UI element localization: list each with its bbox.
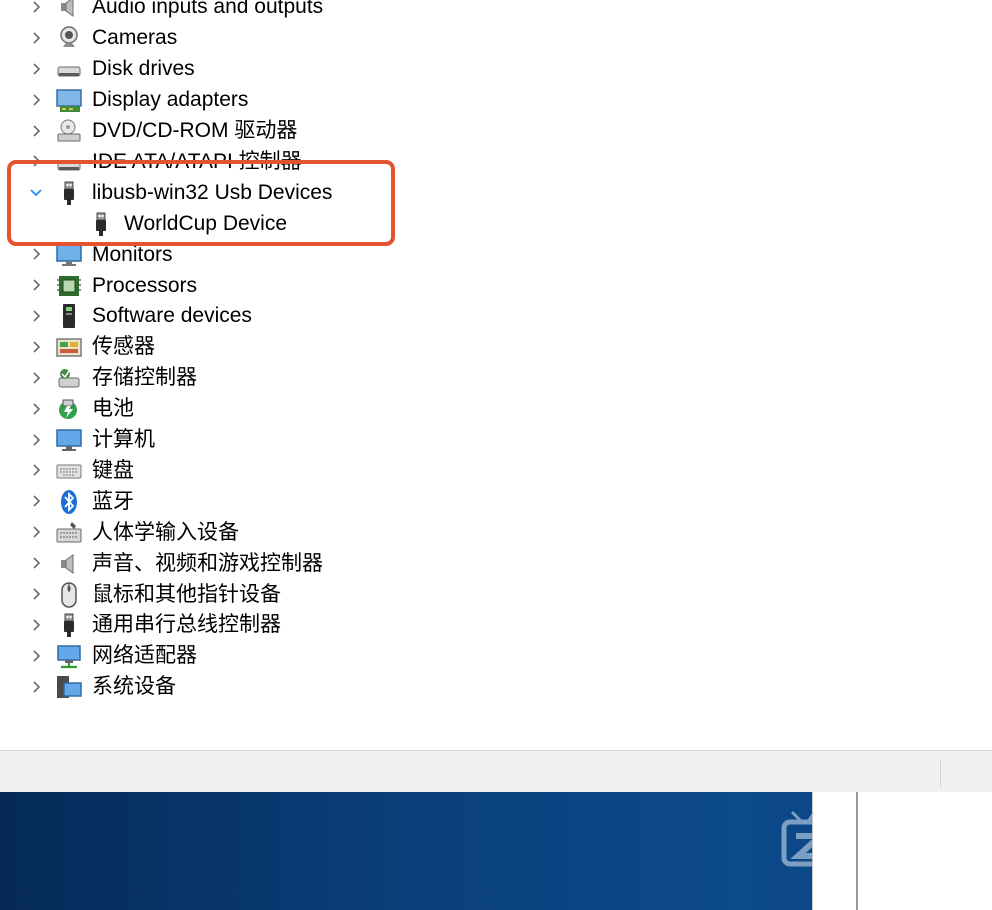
tree-category-item[interactable]: Display adapters <box>0 84 992 115</box>
tree-category-item[interactable]: 声音、视频和游戏控制器 <box>0 548 992 579</box>
chevron-right-icon[interactable] <box>26 362 46 393</box>
tree-category-item[interactable]: 传感器 <box>0 331 992 362</box>
status-bar-divider <box>940 759 941 787</box>
monitor-icon <box>56 242 82 268</box>
chevron-right-icon[interactable] <box>26 486 46 517</box>
chevron-right-icon[interactable] <box>26 640 46 671</box>
tree-item-label: 网络适配器 <box>92 644 197 668</box>
status-bar <box>0 750 992 792</box>
tree-item-label: Display adapters <box>92 88 249 112</box>
tree-item-label: 人体学输入设备 <box>92 520 239 544</box>
tree-item-label: 存储控制器 <box>92 366 197 390</box>
chevron-right-icon[interactable] <box>26 0 46 22</box>
chevron-right-icon[interactable] <box>26 393 46 424</box>
tree-item-label: libusb-win32 Usb Devices <box>92 180 333 204</box>
chevron-right-icon[interactable] <box>26 609 46 640</box>
tree-child-item[interactable]: WorldCup Device <box>0 208 992 239</box>
tree-item-label: DVD/CD-ROM 驱动器 <box>92 119 298 142</box>
tree-item-label: 传感器 <box>92 335 155 359</box>
tree-item-label: 键盘 <box>92 458 134 482</box>
chevron-right-icon[interactable] <box>26 239 46 270</box>
chevron-right-icon[interactable] <box>26 548 46 579</box>
tree-category-item[interactable]: Software devices <box>0 300 992 331</box>
software-device-icon <box>56 303 82 329</box>
usb-plug-icon <box>56 612 82 638</box>
tree-category-item[interactable]: IDE ATA/ATAPI 控制器 <box>0 146 992 177</box>
tree-category-item[interactable]: DVD/CD-ROM 驱动器 <box>0 115 992 146</box>
chevron-right-icon[interactable] <box>26 455 46 486</box>
tree-category-item[interactable]: 鼠标和其他指针设备 <box>0 579 992 610</box>
tree-item-label: 声音、视频和游戏控制器 <box>92 551 323 575</box>
tree-category-item[interactable]: 通用串行总线控制器 <box>0 609 992 640</box>
tree-category-item[interactable]: 存储控制器 <box>0 362 992 393</box>
bluetooth-icon <box>56 489 82 515</box>
tree-category-item[interactable]: 系统设备 <box>0 671 992 702</box>
chevron-right-icon[interactable] <box>26 53 46 84</box>
tree-item-label: Software devices <box>92 304 252 328</box>
tree-item-label: Cameras <box>92 26 178 50</box>
keyboard-icon <box>56 458 82 484</box>
tree-category-item[interactable]: Disk drives <box>0 53 992 84</box>
tree-item-label: 计算机 <box>92 428 155 451</box>
tree-category-item[interactable]: 蓝牙 <box>0 486 992 517</box>
tree-category-item[interactable]: Monitors <box>0 239 992 270</box>
display-adapter-icon <box>56 87 82 113</box>
storage-controller-icon <box>56 365 82 391</box>
tree-item-label: 电池 <box>92 397 134 421</box>
webcam-icon <box>56 25 82 51</box>
chevron-right-icon[interactable] <box>26 22 46 53</box>
tree-category-item[interactable]: libusb-win32 Usb Devices <box>0 177 992 208</box>
device-tree[interactable]: Audio inputs and outputs Cameras Disk driv… <box>0 0 992 750</box>
network-adapter-icon <box>56 643 82 669</box>
usb-plug-icon <box>88 211 114 237</box>
tree-category-item[interactable]: 计算机 <box>0 424 992 455</box>
chevron-right-icon[interactable] <box>26 270 46 301</box>
tree-item-label: Monitors <box>92 242 173 266</box>
tree-item-label: Disk drives <box>92 57 195 81</box>
tree-category-item[interactable]: 键盘 <box>0 455 992 486</box>
chevron-right-icon[interactable] <box>26 84 46 115</box>
tree-item-label: IDE ATA/ATAPI 控制器 <box>92 149 302 173</box>
tree-item-label: 蓝牙 <box>92 489 134 513</box>
computer-icon <box>56 427 82 453</box>
chevron-right-icon[interactable] <box>26 579 46 610</box>
chevron-right-icon[interactable] <box>26 424 46 455</box>
speaker-icon <box>56 0 82 20</box>
tree-item-label: 系统设备 <box>92 675 176 699</box>
background-window-panel <box>856 792 992 910</box>
processor-icon <box>56 273 82 299</box>
chevron-right-icon[interactable] <box>26 671 46 702</box>
chevron-down-icon[interactable] <box>26 177 46 208</box>
tree-category-item[interactable]: Audio inputs and outputs <box>0 0 992 22</box>
tree-category-item[interactable]: 电池 <box>0 393 992 424</box>
tree-item-label: Audio inputs and outputs <box>92 0 324 19</box>
tree-category-item[interactable]: 网络适配器 <box>0 640 992 671</box>
tree-item-label: WorldCup Device <box>124 211 288 235</box>
speaker-icon <box>56 551 82 577</box>
tree-item-label: 通用串行总线控制器 <box>92 613 281 637</box>
ide-controller-icon <box>56 149 82 175</box>
tree-item-label: 鼠标和其他指针设备 <box>92 582 281 606</box>
battery-icon <box>56 396 82 422</box>
usb-plug-icon <box>56 180 82 206</box>
system-device-icon <box>56 674 82 700</box>
disk-drive-icon <box>56 56 82 82</box>
mouse-icon <box>56 581 82 608</box>
tree-category-item[interactable]: Processors <box>0 270 992 301</box>
sensor-icon <box>56 334 82 360</box>
tree-category-item[interactable]: 人体学输入设备 <box>0 517 992 548</box>
chevron-right-icon[interactable] <box>26 115 46 146</box>
chevron-right-icon[interactable] <box>26 517 46 548</box>
chevron-right-icon[interactable] <box>26 146 46 177</box>
chevron-right-icon[interactable] <box>26 300 46 331</box>
tree-category-item[interactable]: Cameras <box>0 22 992 53</box>
hid-icon <box>56 520 82 546</box>
chevron-right-icon[interactable] <box>26 331 46 362</box>
cd-drive-icon <box>56 118 82 144</box>
tree-item-label: Processors <box>92 273 198 297</box>
